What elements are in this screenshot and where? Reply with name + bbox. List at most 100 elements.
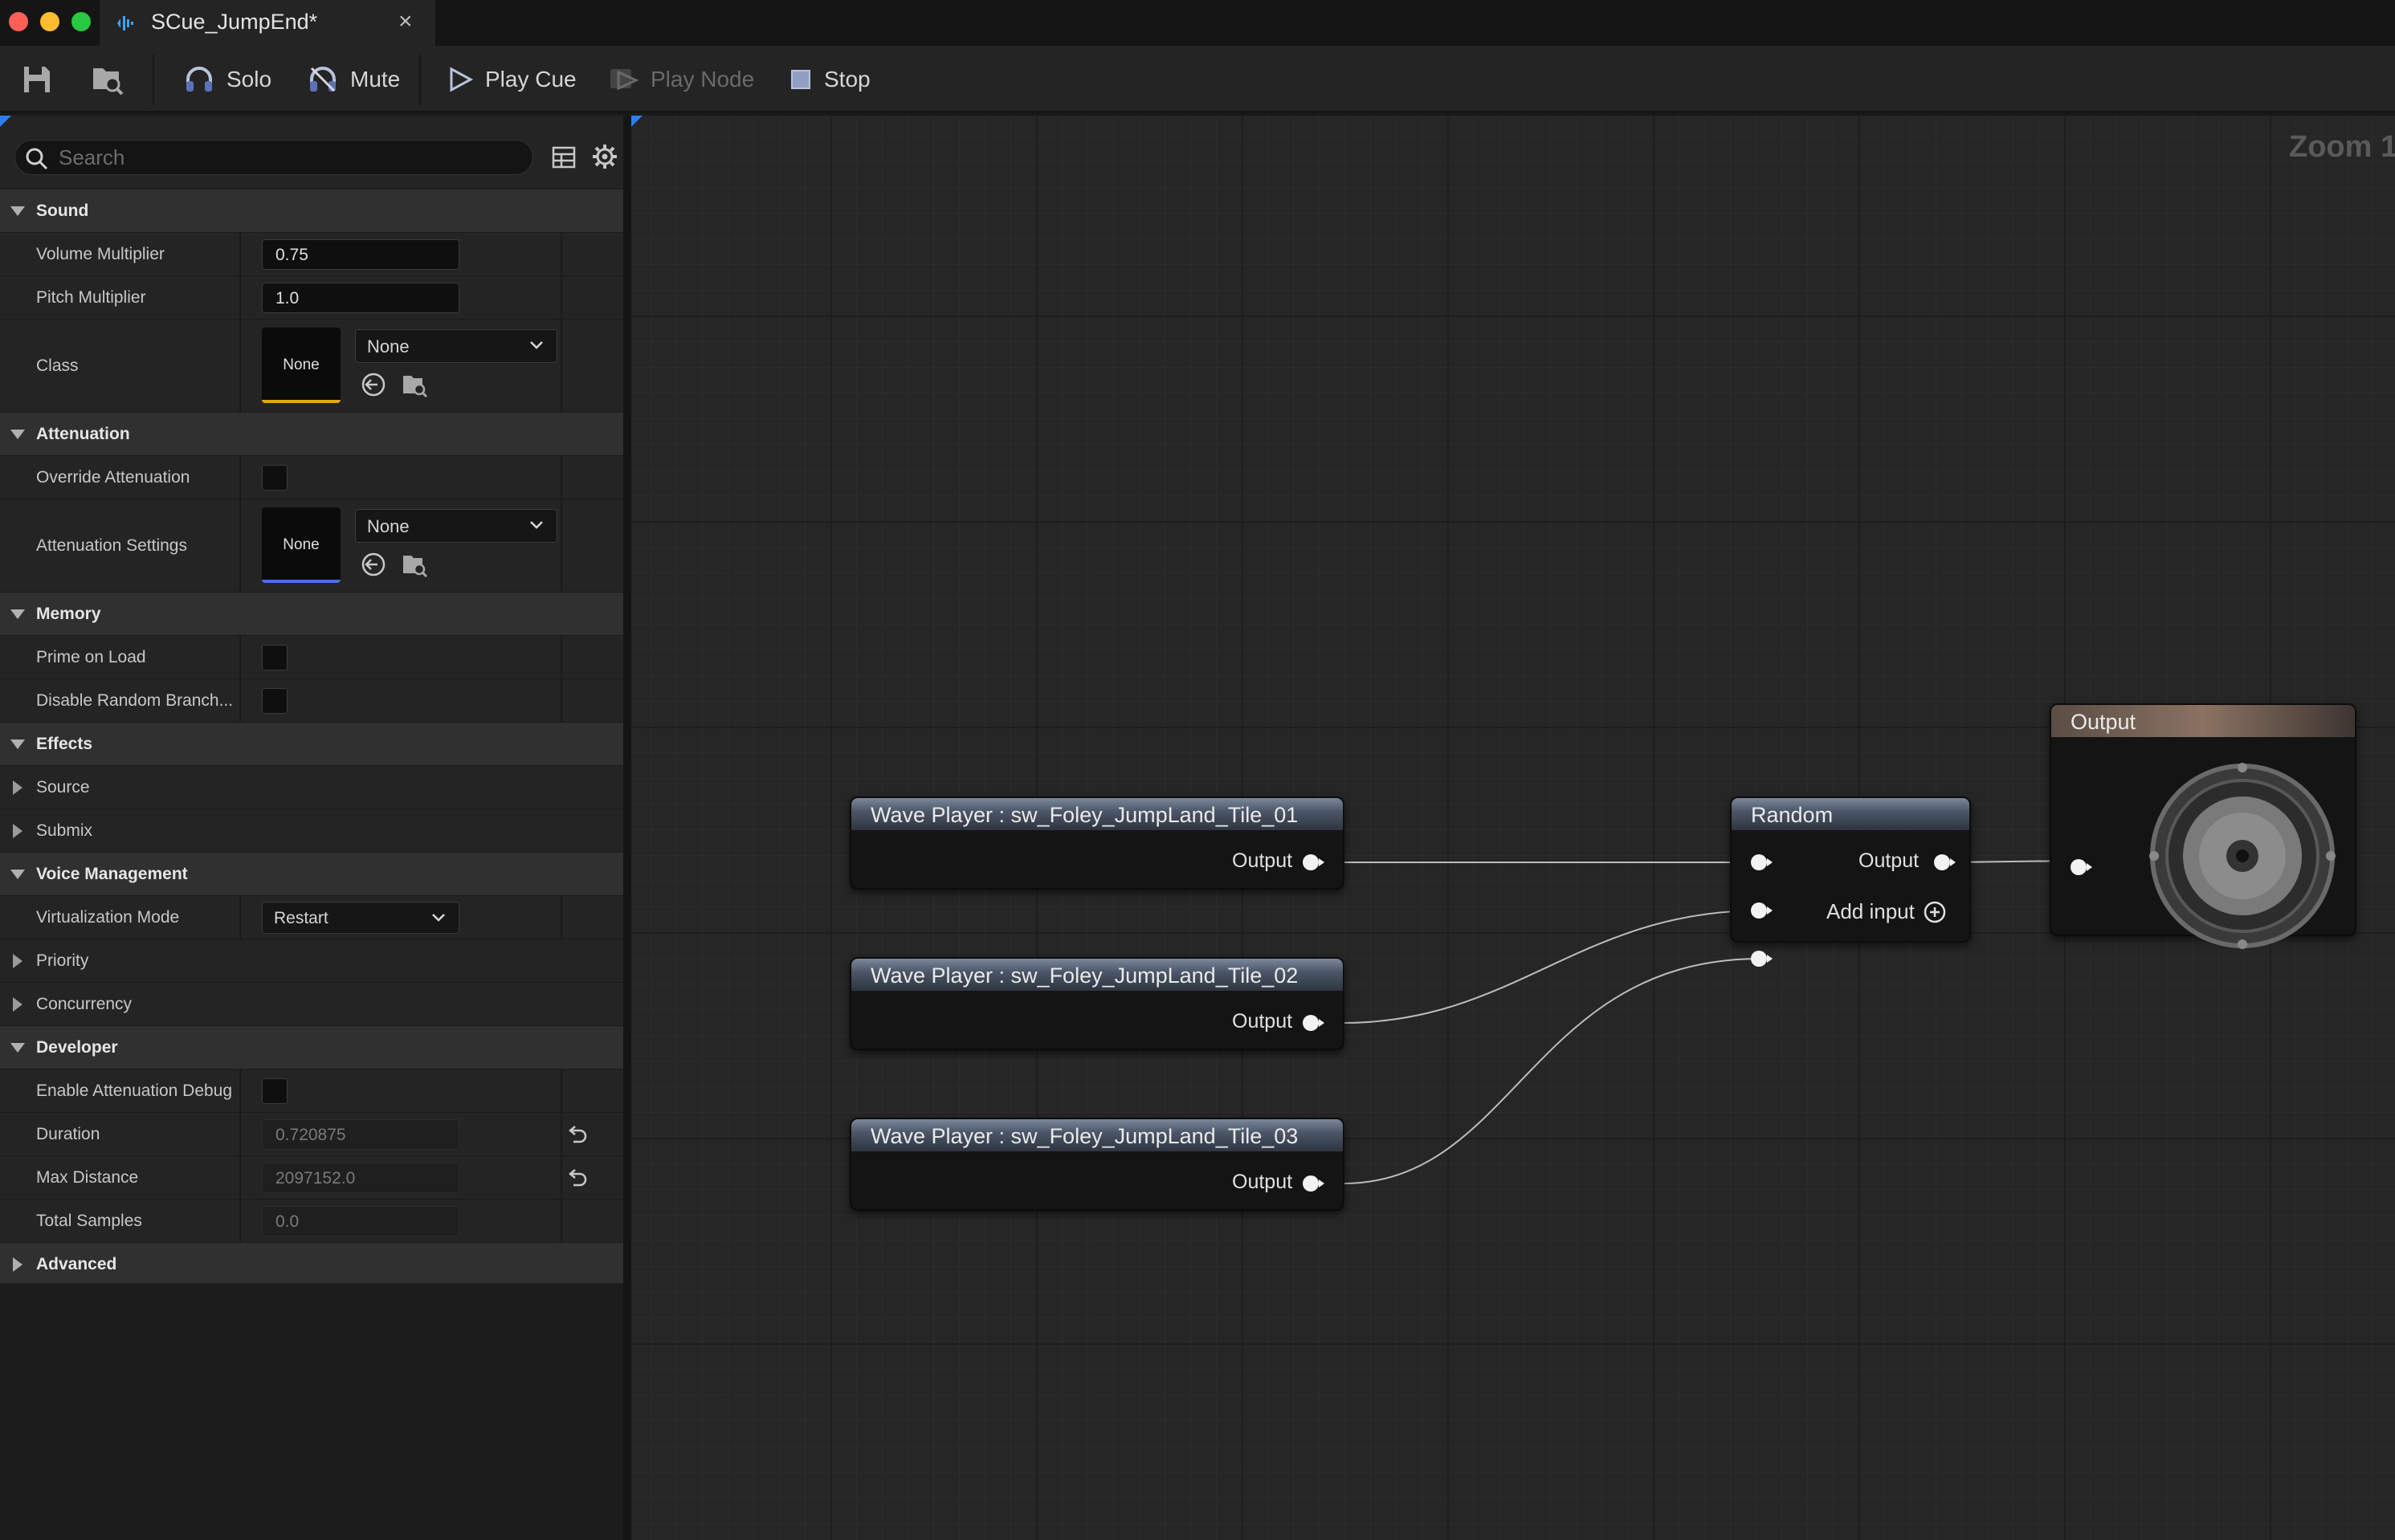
input-pin-2[interactable] bbox=[1751, 902, 1773, 919]
attenuation-asset-picker[interactable]: None bbox=[355, 509, 557, 543]
close-tab-icon[interactable]: × bbox=[398, 8, 413, 35]
prop-class: Class None None bbox=[0, 319, 623, 412]
section-advanced[interactable]: Advanced bbox=[0, 1242, 623, 1285]
output-pin[interactable] bbox=[1303, 1175, 1324, 1192]
volume-multiplier-input[interactable]: 0.75 bbox=[262, 238, 459, 270]
prop-disable-random-branch: Disable Random Branch... bbox=[0, 678, 623, 722]
virtualization-mode-select[interactable]: Restart bbox=[262, 901, 459, 934]
expand-arrow-icon bbox=[13, 780, 22, 795]
search-box[interactable] bbox=[14, 140, 533, 175]
prop-override-attenuation: Override Attenuation bbox=[0, 455, 623, 499]
prop-concurrency[interactable]: Concurrency bbox=[0, 982, 623, 1025]
play-node-icon bbox=[610, 69, 639, 91]
max-distance-field: 2097152.0 bbox=[262, 1162, 459, 1193]
section-voice-management[interactable]: Voice Management bbox=[0, 852, 623, 895]
prop-volume-multiplier: Volume Multiplier 0.75 bbox=[0, 232, 623, 275]
class-thumbnail[interactable]: None bbox=[262, 328, 341, 403]
close-window-button[interactable] bbox=[9, 12, 28, 31]
collapse-arrow-icon bbox=[10, 609, 25, 619]
prop-priority[interactable]: Priority bbox=[0, 939, 623, 982]
prop-submix[interactable]: Submix bbox=[0, 809, 623, 852]
prop-total-samples: Total Samples 0.0 bbox=[0, 1199, 623, 1242]
browse-to-asset-icon[interactable] bbox=[402, 371, 429, 398]
prop-enable-attenuation-debug: Enable Attenuation Debug bbox=[0, 1069, 623, 1112]
expand-arrow-icon bbox=[13, 996, 22, 1012]
use-selected-asset-icon[interactable] bbox=[360, 551, 387, 578]
prop-prime-on-load: Prime on Load bbox=[0, 635, 623, 678]
prime-on-load-checkbox[interactable] bbox=[262, 644, 288, 670]
pitch-multiplier-input[interactable]: 1.0 bbox=[262, 282, 459, 313]
section-sound[interactable]: Sound bbox=[0, 189, 623, 232]
property-matrix-icon[interactable] bbox=[551, 145, 577, 170]
collapse-arrow-icon bbox=[10, 206, 25, 216]
panel-splitter[interactable] bbox=[623, 116, 631, 1540]
mute-button[interactable]: Mute bbox=[307, 60, 400, 99]
sound-cue-icon bbox=[117, 16, 133, 31]
prop-pitch-multiplier: Pitch Multiplier 1.0 bbox=[0, 275, 623, 319]
stop-icon bbox=[791, 70, 810, 89]
prop-duration: Duration 0.720875 bbox=[0, 1112, 623, 1155]
play-node-button[interactable]: Play Node bbox=[609, 60, 754, 99]
node-random[interactable]: Random Output Add input bbox=[1730, 796, 1971, 967]
collapse-arrow-icon bbox=[10, 1042, 25, 1053]
node-output[interactable]: Output bbox=[2050, 703, 2356, 949]
section-memory[interactable]: Memory bbox=[0, 592, 623, 635]
stop-button[interactable]: Stop bbox=[789, 60, 871, 99]
chevron-down-icon bbox=[432, 913, 445, 922]
use-selected-asset-icon[interactable] bbox=[360, 371, 387, 398]
section-attenuation[interactable]: Attenuation bbox=[0, 412, 623, 455]
class-asset-picker[interactable]: None bbox=[355, 329, 557, 363]
output-pin[interactable] bbox=[1934, 854, 1956, 870]
chevron-down-icon bbox=[530, 341, 543, 349]
play-icon bbox=[450, 67, 474, 92]
output-pin[interactable] bbox=[1303, 1015, 1324, 1031]
duration-field: 0.720875 bbox=[262, 1118, 459, 1150]
save-icon[interactable] bbox=[19, 62, 55, 97]
title-bar: SCue_JumpEnd* × bbox=[0, 0, 2395, 46]
search-input[interactable] bbox=[59, 144, 516, 171]
collapse-arrow-icon bbox=[10, 869, 25, 879]
input-pin[interactable] bbox=[2071, 859, 2092, 875]
expand-arrow-icon bbox=[13, 953, 22, 968]
output-pin[interactable] bbox=[1303, 854, 1324, 870]
override-attenuation-checkbox[interactable] bbox=[262, 464, 288, 491]
input-pin-1[interactable] bbox=[1751, 854, 1773, 870]
node-wave-player-3[interactable]: Wave Player : sw_Foley_JumpLand_Tile_03 … bbox=[850, 1118, 1344, 1211]
sound-cue-graph[interactable]: Zoom 1:1 Wave Player : sw_Foley_JumpLand… bbox=[631, 116, 2395, 1540]
node-wave-player-1[interactable]: Wave Player : sw_Foley_JumpLand_Tile_01 … bbox=[850, 796, 1344, 890]
browse-to-asset-icon[interactable] bbox=[402, 551, 429, 578]
total-samples-field: 0.0 bbox=[262, 1205, 459, 1236]
section-effects[interactable]: Effects bbox=[0, 722, 623, 765]
toolbar-separator bbox=[153, 54, 154, 105]
wire-wave2-to-random bbox=[1342, 910, 1761, 1024]
play-cue-button[interactable]: Play Cue bbox=[447, 60, 577, 99]
node-wave-player-2[interactable]: Wave Player : sw_Foley_JumpLand_Tile_02 … bbox=[850, 957, 1344, 1050]
collapse-arrow-icon bbox=[10, 739, 25, 749]
class-asset-color-bar bbox=[262, 400, 341, 403]
panel-tab-marker bbox=[0, 116, 11, 127]
reset-to-default-icon[interactable] bbox=[565, 1122, 590, 1147]
expand-arrow-icon bbox=[13, 1257, 22, 1272]
maximize-window-button[interactable] bbox=[71, 12, 91, 31]
chevron-down-icon bbox=[530, 521, 543, 529]
headphones-icon bbox=[186, 67, 212, 92]
section-developer[interactable]: Developer bbox=[0, 1025, 623, 1069]
input-pin-3[interactable] bbox=[1751, 951, 1773, 967]
disable-random-branch-checkbox[interactable] bbox=[262, 687, 288, 714]
prop-max-distance: Max Distance 2097152.0 bbox=[0, 1155, 623, 1199]
minimize-window-button[interactable] bbox=[40, 12, 59, 31]
enable-attenuation-debug-checkbox[interactable] bbox=[262, 1078, 288, 1104]
browse-asset-icon[interactable] bbox=[90, 62, 125, 97]
editor-tab[interactable]: SCue_JumpEnd* × bbox=[100, 0, 435, 46]
reset-to-default-icon[interactable] bbox=[565, 1166, 590, 1190]
details-panel-empty-area bbox=[0, 1283, 623, 1540]
solo-button[interactable]: Solo bbox=[183, 60, 271, 99]
search-icon bbox=[26, 148, 48, 170]
add-input-button[interactable]: Add input bbox=[1826, 899, 1947, 924]
attenuation-asset-color-bar bbox=[262, 580, 341, 583]
add-circle-icon bbox=[1924, 901, 1946, 923]
expand-arrow-icon bbox=[13, 823, 22, 838]
attenuation-thumbnail[interactable]: None bbox=[262, 507, 341, 583]
gear-icon[interactable] bbox=[591, 143, 618, 170]
prop-source[interactable]: Source bbox=[0, 765, 623, 809]
